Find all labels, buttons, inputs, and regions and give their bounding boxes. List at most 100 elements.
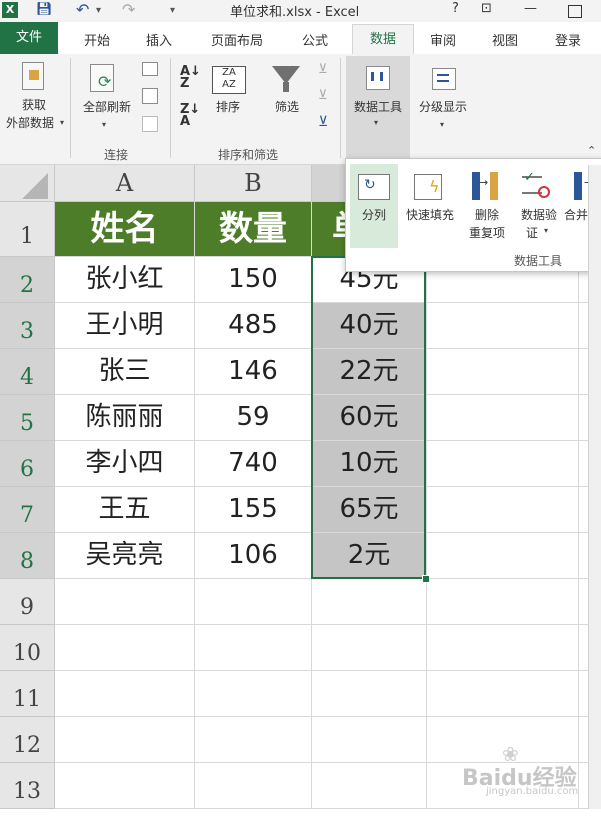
consolidate-icon [574, 172, 582, 200]
column-header-a[interactable]: A [55, 165, 195, 202]
cell-b2[interactable]: 150 [195, 257, 312, 303]
data-validation-label-2: 证 [525, 226, 538, 240]
remove-duplicates-button[interactable]: → 删除 重复项 [462, 164, 512, 248]
cell-a2[interactable]: 张小红 [55, 257, 195, 303]
refresh-arrows-icon: ⟳ [98, 72, 112, 91]
data-validation-button[interactable]: ✓ 数据验 证 ▾ [514, 164, 564, 248]
flash-fill-button[interactable]: ϟ 快速填充 [400, 164, 460, 248]
cell-b5[interactable]: 59 [195, 395, 312, 441]
row-header-7[interactable]: 7 [0, 487, 55, 533]
group-label-sort-filter: 排序和筛选 [218, 148, 279, 162]
excel-logo-icon[interactable]: X [2, 2, 18, 18]
connections-icon[interactable] [142, 62, 158, 76]
chevron-down-icon: ▾ [544, 226, 549, 235]
select-all-triangle-icon [22, 173, 48, 199]
data-validation-icon: ✓ [522, 170, 552, 200]
cell-a6[interactable]: 李小四 [55, 441, 195, 487]
cell-b1-header[interactable]: 数量 [195, 202, 312, 257]
help-button[interactable]: ? [452, 1, 459, 16]
redo-icon[interactable]: ↷ [122, 0, 135, 19]
row-header-5[interactable]: 5 [0, 395, 55, 441]
row-header-1[interactable]: 1 [0, 202, 55, 257]
tab-formulas[interactable]: 公式 [302, 30, 328, 49]
row-header-2[interactable]: 2 [0, 257, 55, 303]
sort-descending-icon[interactable]: Z↓ A [180, 103, 200, 128]
selection-range-border [311, 256, 426, 579]
column-d-area[interactable] [427, 257, 601, 579]
row-header-9[interactable]: 9 [0, 579, 55, 625]
cell-a3[interactable]: 王小明 [55, 303, 195, 349]
chevron-down-icon: ▾ [102, 120, 107, 129]
grid-vline-c [426, 579, 427, 809]
reapply-filter-icon[interactable]: ⊻ [318, 88, 328, 103]
maximize-button[interactable] [568, 5, 582, 18]
text-to-columns-icon: ↻ [358, 174, 390, 200]
column-header-b[interactable]: B [195, 165, 312, 202]
select-all-corner[interactable] [0, 165, 55, 202]
get-external-data-button[interactable]: 获取 外部数据 ▾ [2, 58, 66, 138]
cell-a7[interactable]: 王五 [55, 487, 195, 533]
tab-page-layout[interactable]: 页面布局 [211, 30, 263, 49]
advanced-filter-icon[interactable]: ⊻ [318, 114, 328, 130]
collapse-ribbon-icon[interactable]: ⌃ [587, 144, 596, 157]
cell-b8[interactable]: 106 [195, 533, 312, 579]
row-header-12[interactable]: 12 [0, 717, 55, 763]
vertical-scrollbar[interactable] [588, 165, 601, 809]
cell-b6[interactable]: 740 [195, 441, 312, 487]
undo-icon[interactable]: ↶ [76, 0, 89, 19]
flash-fill-label: 快速填充 [405, 208, 454, 222]
chevron-down-icon: ▾ [60, 118, 65, 127]
customize-qat-icon[interactable]: ▾ [170, 5, 175, 16]
cell-a5[interactable]: 陈丽丽 [55, 395, 195, 441]
cell-a1-header[interactable]: 姓名 [55, 202, 195, 257]
tab-data[interactable]: 数据 [352, 24, 414, 56]
edit-links-icon[interactable] [142, 116, 158, 132]
clear-filter-icon[interactable]: ⊻ [318, 62, 328, 77]
row-header-3[interactable]: 3 [0, 303, 55, 349]
row-header-8[interactable]: 8 [0, 533, 55, 579]
cell-a8[interactable]: 吴亮亮 [55, 533, 195, 579]
row-header-13[interactable]: 13 [0, 763, 55, 809]
tab-view[interactable]: 视图 [492, 30, 518, 49]
watermark-sub: jingyan.baidu.com [486, 786, 579, 797]
data-validation-label-1: 数据验 [520, 208, 557, 222]
properties-icon[interactable] [142, 88, 158, 104]
outline-button[interactable]: 分级显示 ▾ [412, 58, 474, 138]
undo-dropdown-icon[interactable]: ▾ [96, 5, 101, 16]
row-header-11[interactable]: 11 [0, 671, 55, 717]
data-tools-button[interactable]: 数据工具 ▾ [346, 56, 410, 158]
dup-col-right [490, 172, 498, 200]
check-icon: ✓ [524, 170, 535, 185]
refresh-all-button[interactable]: ⟳ 全部刷新 ▾ [76, 58, 138, 138]
remove-duplicates-icon: → [472, 172, 500, 200]
row-header-6[interactable]: 6 [0, 441, 55, 487]
flash-fill-icon: ϟ [414, 174, 442, 200]
sort-button[interactable]: ZA AZ 排序 [206, 58, 250, 138]
cell-b4[interactable]: 146 [195, 349, 312, 395]
text-to-columns-button[interactable]: ↻ 分列 [350, 164, 398, 248]
cell-a4[interactable]: 张三 [55, 349, 195, 395]
ribbon-display-button[interactable]: ⊡ [481, 1, 492, 16]
sign-in-link[interactable]: 登录 [555, 30, 581, 49]
sort-ascending-icon[interactable]: A↓ Z [180, 65, 201, 90]
row-header-10[interactable]: 10 [0, 625, 55, 671]
tab-file[interactable]: 文件 [0, 22, 58, 54]
minimize-button[interactable]: — [524, 1, 537, 16]
grid-vline-d [578, 202, 579, 809]
outline-grid-icon [437, 74, 449, 82]
cell-b3[interactable]: 485 [195, 303, 312, 349]
save-icon[interactable]: 💾︎ [36, 2, 53, 17]
tab-review[interactable]: 审阅 [430, 30, 456, 49]
tab-home[interactable]: 开始 [84, 30, 110, 49]
fill-handle[interactable] [422, 575, 430, 583]
filter-button[interactable]: 筛选 [262, 58, 312, 138]
grid-vline-b [311, 579, 312, 809]
outline-label: 分级显示 [418, 100, 467, 114]
tab-insert[interactable]: 插入 [146, 30, 172, 49]
row-header-4[interactable]: 4 [0, 349, 55, 395]
cell-b7[interactable]: 155 [195, 487, 312, 533]
grid-vline-a [194, 579, 195, 809]
lightning-icon: ϟ [429, 177, 440, 196]
refresh-all-label: 全部刷新 [82, 100, 131, 114]
chevron-down-icon: ▾ [440, 120, 445, 129]
